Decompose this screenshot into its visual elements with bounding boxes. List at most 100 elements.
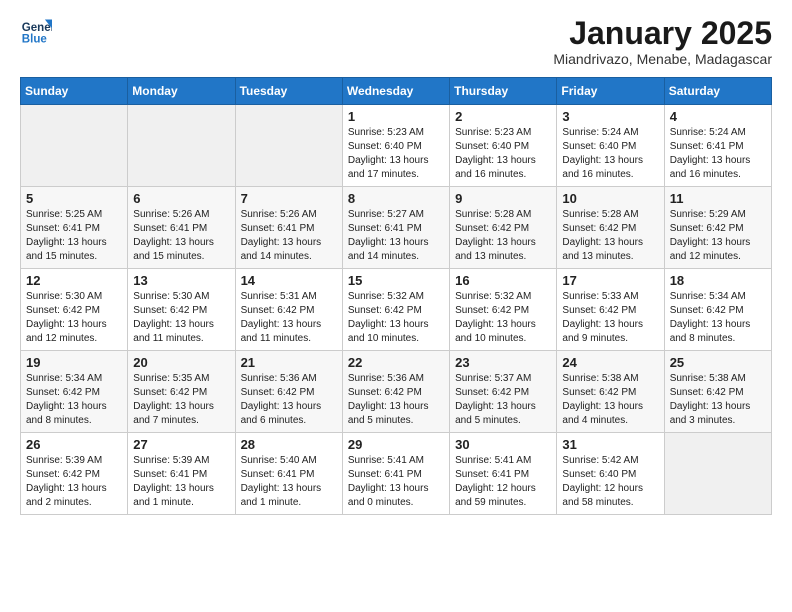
day-number: 16: [455, 273, 551, 288]
calendar-cell: [128, 105, 235, 187]
cell-content: Sunrise: 5:26 AM Sunset: 6:41 PM Dayligh…: [241, 208, 337, 264]
calendar-cell: 14 Sunrise: 5:31 AM Sunset: 6:42 PM Dayli…: [235, 269, 342, 351]
calendar-cell: 25 Sunrise: 5:38 AM Sunset: 6:42 PM Dayli…: [664, 351, 771, 433]
day-number: 18: [670, 273, 766, 288]
cell-content: Sunrise: 5:26 AM Sunset: 6:41 PM Dayligh…: [133, 208, 229, 264]
day-number: 6: [133, 191, 229, 206]
subtitle: Miandrivazo, Menabe, Madagascar: [553, 51, 772, 67]
calendar-cell: 31 Sunrise: 5:42 AM Sunset: 6:40 PM Dayli…: [557, 433, 664, 515]
day-number: 31: [562, 437, 658, 452]
calendar-body: 1 Sunrise: 5:23 AM Sunset: 6:40 PM Daylig…: [21, 105, 772, 515]
day-number: 24: [562, 355, 658, 370]
cell-content: Sunrise: 5:37 AM Sunset: 6:42 PM Dayligh…: [455, 372, 551, 428]
calendar-cell: [235, 105, 342, 187]
day-number: 14: [241, 273, 337, 288]
day-number: 13: [133, 273, 229, 288]
week-row-3: 19 Sunrise: 5:34 AM Sunset: 6:42 PM Dayli…: [21, 351, 772, 433]
day-number: 19: [26, 355, 122, 370]
calendar-cell: 10 Sunrise: 5:28 AM Sunset: 6:42 PM Dayli…: [557, 187, 664, 269]
cell-content: Sunrise: 5:31 AM Sunset: 6:42 PM Dayligh…: [241, 290, 337, 346]
calendar-cell: 16Sunrise: 5:32 AM Sunset: 6:42 PM Dayli…: [450, 269, 557, 351]
cell-content: Sunrise: 5:29 AM Sunset: 6:42 PM Dayligh…: [670, 208, 766, 264]
day-number: 8: [348, 191, 444, 206]
day-number: 26: [26, 437, 122, 452]
day-number: 20: [133, 355, 229, 370]
day-number: 29: [348, 437, 444, 452]
day-number: 23: [455, 355, 551, 370]
day-number: 30: [455, 437, 551, 452]
calendar-cell: 27Sunrise: 5:39 AM Sunset: 6:41 PM Dayli…: [128, 433, 235, 515]
calendar-cell: 26 Sunrise: 5:39 AM Sunset: 6:42 PM Dayli…: [21, 433, 128, 515]
cell-content: Sunrise: 5:36 AM Sunset: 6:42 PM Dayligh…: [348, 372, 444, 428]
week-row-0: 1 Sunrise: 5:23 AM Sunset: 6:40 PM Daylig…: [21, 105, 772, 187]
cell-content: Sunrise: 5:36 AM Sunset: 6:42 PM Dayligh…: [241, 372, 337, 428]
week-row-1: 5 Sunrise: 5:25 AM Sunset: 6:41 PM Daylig…: [21, 187, 772, 269]
day-number: 2: [455, 109, 551, 124]
cell-content: Sunrise: 5:41 AM Sunset: 6:41 PM Dayligh…: [348, 454, 444, 510]
weekday-tuesday: Tuesday: [235, 78, 342, 105]
day-number: 12: [26, 273, 122, 288]
calendar-cell: 22 Sunrise: 5:36 AM Sunset: 6:42 PM Dayli…: [342, 351, 449, 433]
cell-content: Sunrise: 5:42 AM Sunset: 6:40 PM Dayligh…: [562, 454, 658, 510]
cell-content: Sunrise: 5:28 AM Sunset: 6:42 PM Dayligh…: [562, 208, 658, 264]
cell-content: Sunrise: 5:32 AM Sunset: 6:42 PM Dayligh…: [348, 290, 444, 346]
day-number: 3: [562, 109, 658, 124]
day-number: 22: [348, 355, 444, 370]
calendar-cell: 11 Sunrise: 5:29 AM Sunset: 6:42 PM Dayli…: [664, 187, 771, 269]
calendar-cell: [664, 433, 771, 515]
cell-content: Sunrise: 5:39 AM Sunset: 6:42 PM Dayligh…: [26, 454, 122, 510]
cell-content: Sunrise: 5:41 AM Sunset: 6:41 PM Dayligh…: [455, 454, 551, 510]
logo-icon: General Blue: [20, 16, 52, 48]
calendar-header: Sunday Monday Tuesday Wednesday Thursday…: [21, 78, 772, 105]
calendar-cell: 7Sunrise: 5:26 AM Sunset: 6:41 PM Daylig…: [235, 187, 342, 269]
cell-content: Sunrise: 5:24 AM Sunset: 6:41 PM Dayligh…: [670, 126, 766, 182]
weekday-saturday: Saturday: [664, 78, 771, 105]
day-number: 1: [348, 109, 444, 124]
cell-content: Sunrise: 5:23 AM Sunset: 6:40 PM Dayligh…: [348, 126, 444, 182]
cell-content: Sunrise: 5:24 AM Sunset: 6:40 PM Dayligh…: [562, 126, 658, 182]
calendar-cell: 24 Sunrise: 5:38 AM Sunset: 6:42 PM Dayli…: [557, 351, 664, 433]
day-number: 4: [670, 109, 766, 124]
day-number: 21: [241, 355, 337, 370]
cell-content: Sunrise: 5:30 AM Sunset: 6:42 PM Dayligh…: [26, 290, 122, 346]
weekday-thursday: Thursday: [450, 78, 557, 105]
day-number: 5: [26, 191, 122, 206]
calendar-cell: 3 Sunrise: 5:24 AM Sunset: 6:40 PM Daylig…: [557, 105, 664, 187]
cell-content: Sunrise: 5:35 AM Sunset: 6:42 PM Dayligh…: [133, 372, 229, 428]
calendar-cell: 12 Sunrise: 5:30 AM Sunset: 6:42 PM Dayli…: [21, 269, 128, 351]
day-number: 9: [455, 191, 551, 206]
cell-content: Sunrise: 5:27 AM Sunset: 6:41 PM Dayligh…: [348, 208, 444, 264]
svg-text:General: General: [22, 22, 52, 34]
cell-content: Sunrise: 5:40 AM Sunset: 6:41 PM Dayligh…: [241, 454, 337, 510]
title-block: January 2025 Miandrivazo, Menabe, Madaga…: [553, 16, 772, 67]
cell-content: Sunrise: 5:34 AM Sunset: 6:42 PM Dayligh…: [26, 372, 122, 428]
calendar-cell: 15Sunrise: 5:32 AM Sunset: 6:42 PM Dayli…: [342, 269, 449, 351]
calendar-cell: 19 Sunrise: 5:34 AM Sunset: 6:42 PM Dayli…: [21, 351, 128, 433]
calendar-cell: 29 Sunrise: 5:41 AM Sunset: 6:41 PM Dayli…: [342, 433, 449, 515]
cell-content: Sunrise: 5:38 AM Sunset: 6:42 PM Dayligh…: [562, 372, 658, 428]
calendar-cell: 6 Sunrise: 5:26 AM Sunset: 6:41 PM Daylig…: [128, 187, 235, 269]
logo: General Blue: [20, 16, 52, 48]
calendar-cell: 5 Sunrise: 5:25 AM Sunset: 6:41 PM Daylig…: [21, 187, 128, 269]
calendar-cell: 18 Sunrise: 5:34 AM Sunset: 6:42 PM Dayli…: [664, 269, 771, 351]
weekday-row: Sunday Monday Tuesday Wednesday Thursday…: [21, 78, 772, 105]
cell-content: Sunrise: 5:25 AM Sunset: 6:41 PM Dayligh…: [26, 208, 122, 264]
svg-text:Blue: Blue: [22, 34, 48, 46]
cell-content: Sunrise: 5:39 AM Sunset: 6:41 PM Dayligh…: [133, 454, 229, 510]
calendar-cell: 20 Sunrise: 5:35 AM Sunset: 6:42 PM Dayli…: [128, 351, 235, 433]
calendar-cell: 9Sunrise: 5:28 AM Sunset: 6:42 PM Daylig…: [450, 187, 557, 269]
calendar-cell: 1 Sunrise: 5:23 AM Sunset: 6:40 PM Daylig…: [342, 105, 449, 187]
weekday-monday: Monday: [128, 78, 235, 105]
day-number: 10: [562, 191, 658, 206]
calendar-cell: 13Sunrise: 5:30 AM Sunset: 6:42 PM Dayli…: [128, 269, 235, 351]
calendar-cell: 17Sunrise: 5:33 AM Sunset: 6:42 PM Dayli…: [557, 269, 664, 351]
calendar-cell: 30 Sunrise: 5:41 AM Sunset: 6:41 PM Dayli…: [450, 433, 557, 515]
day-number: 17: [562, 273, 658, 288]
day-number: 28: [241, 437, 337, 452]
week-row-2: 12 Sunrise: 5:30 AM Sunset: 6:42 PM Dayli…: [21, 269, 772, 351]
day-number: 11: [670, 191, 766, 206]
calendar-table: Sunday Monday Tuesday Wednesday Thursday…: [20, 77, 772, 515]
cell-content: Sunrise: 5:38 AM Sunset: 6:42 PM Dayligh…: [670, 372, 766, 428]
day-number: 25: [670, 355, 766, 370]
cell-content: Sunrise: 5:34 AM Sunset: 6:42 PM Dayligh…: [670, 290, 766, 346]
